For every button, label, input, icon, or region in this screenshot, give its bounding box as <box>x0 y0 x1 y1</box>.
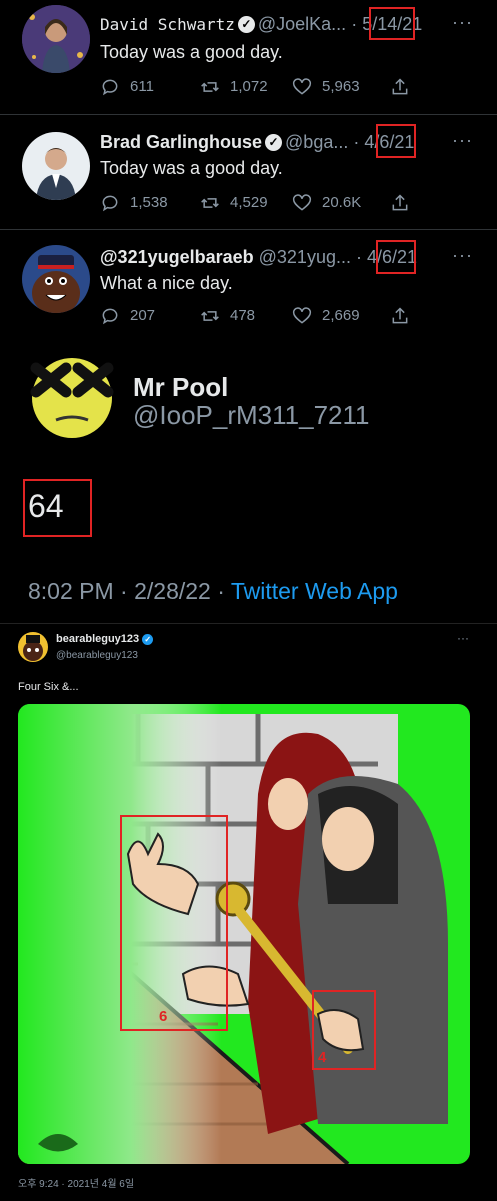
divider <box>0 114 497 115</box>
reply-count: 207 <box>130 307 156 324</box>
hand-six-label: 6 <box>159 1008 168 1025</box>
verified-icon: ✓ <box>237 15 255 33</box>
like-button[interactable]: 20.6K <box>292 192 361 214</box>
profile-avatar[interactable] <box>26 354 118 438</box>
tweet-source[interactable]: Twitter Web App <box>231 578 398 604</box>
more-icon[interactable]: ··· <box>452 12 473 33</box>
retweet-count: 478 <box>230 307 256 324</box>
hand-six-highlight-box <box>120 815 228 1031</box>
tweet-2[interactable]: Brad Garlinghouse ✓ @bga... · 4/6/21 ··· T… <box>0 116 497 228</box>
like-count: 5,963 <box>322 78 360 95</box>
divider <box>0 229 497 230</box>
date-highlight-box <box>376 124 416 158</box>
avatar[interactable] <box>22 132 90 200</box>
like-button[interactable]: 2,669 <box>292 305 360 327</box>
embed-timestamp: 오후 9:24 · 2021년 4월 6일 <box>18 1179 135 1190</box>
more-icon[interactable]: ··· <box>452 245 473 266</box>
tweet-actions: 611 1,072 5,963 <box>100 76 420 98</box>
display-name[interactable]: Brad Garlinghouse <box>100 132 262 152</box>
embed-name-text: bearableguy123 <box>56 633 140 645</box>
profile-name[interactable]: Mr Pool <box>133 372 228 403</box>
share-icon <box>392 194 408 211</box>
reply-icon <box>102 79 118 96</box>
share-icon <box>392 78 408 95</box>
tweet-header: Brad Garlinghouse ✓ @bga... · 4/6/21 <box>100 132 414 153</box>
tweet-timestamp[interactable]: 8:02 PM · 2/28/22 · <box>28 578 231 604</box>
reply-button[interactable]: 611 <box>100 76 154 98</box>
reply-button[interactable]: 1,538 <box>100 192 168 214</box>
retweet-button[interactable]: 478 <box>200 305 255 327</box>
share-icon <box>392 307 408 324</box>
separator: · <box>356 247 362 267</box>
date-highlight-box <box>369 7 415 40</box>
reply-count: 611 <box>130 78 154 95</box>
more-icon[interactable]: ··· <box>452 130 473 151</box>
tweet-header: @321yugelbaraeb @321yug... · 4/6/21 <box>100 247 417 268</box>
share-button[interactable] <box>390 192 420 214</box>
number-highlight-box <box>23 479 92 537</box>
embed-image[interactable]: 6 4 <box>18 704 470 1164</box>
reply-icon <box>102 195 118 212</box>
profile-handle[interactable]: @IooP_rM311_7211 <box>133 400 369 431</box>
verified-icon: ✓ <box>142 633 154 645</box>
reply-icon <box>102 308 118 325</box>
verified-icon: ✓ <box>265 133 283 151</box>
display-name[interactable]: @321yugelbaraeb <box>100 247 254 267</box>
handle[interactable]: @bga... <box>285 132 348 152</box>
like-icon <box>292 307 312 324</box>
handle[interactable]: @321yug... <box>259 247 351 267</box>
tweet-3[interactable]: @321yugelbaraeb @321yug... · 4/6/21 ··· … <box>0 231 497 343</box>
handle[interactable]: @JoelKa... <box>258 14 346 34</box>
embed-handle[interactable]: @bearableguy123 <box>56 650 138 661</box>
retweet-button[interactable]: 1,072 <box>200 76 268 98</box>
display-name[interactable]: David Schwartz <box>100 15 235 34</box>
retweet-icon <box>201 311 219 321</box>
embed-avatar[interactable] <box>18 632 48 662</box>
retweet-count: 4,529 <box>230 194 268 211</box>
tweet-text: Today was a good day. <box>100 42 283 62</box>
hand-four-label: 4 <box>318 1049 327 1066</box>
like-count: 20.6K <box>322 194 362 211</box>
embed-display-name[interactable]: bearableguy123 ✓ <box>56 633 154 645</box>
retweet-button[interactable]: 4,529 <box>200 192 268 214</box>
reply-count: 1,538 <box>130 194 168 211</box>
reply-button[interactable]: 207 <box>100 305 155 327</box>
separator: · <box>353 132 360 152</box>
tweet-text: Today was a good day. <box>100 158 283 178</box>
avatar[interactable] <box>22 5 90 73</box>
tweet-text: What a nice day. <box>100 273 233 293</box>
separator: · <box>351 14 358 34</box>
retweet-count: 1,072 <box>230 78 268 95</box>
retweet-icon <box>201 82 219 92</box>
retweet-icon <box>201 198 219 208</box>
more-icon[interactable]: ··· <box>457 631 469 645</box>
embed-text: Four Six &... <box>18 681 79 693</box>
avatar[interactable] <box>22 245 90 313</box>
tweet-actions: 207 478 2,669 <box>100 305 420 327</box>
share-button[interactable] <box>390 76 420 98</box>
tweet-meta: 8:02 PM · 2/28/22 · Twitter Web App <box>28 578 398 605</box>
tweet-actions: 1,538 4,529 20.6K <box>100 192 420 214</box>
tweet-1[interactable]: David Schwartz ✓ @JoelKa... · 5/14/21 ··· … <box>0 0 497 114</box>
like-icon <box>292 78 312 95</box>
date-highlight-box <box>376 240 416 274</box>
like-count: 2,669 <box>322 307 360 324</box>
like-button[interactable]: 5,963 <box>292 76 360 98</box>
share-button[interactable] <box>390 305 420 327</box>
like-icon <box>292 194 312 211</box>
